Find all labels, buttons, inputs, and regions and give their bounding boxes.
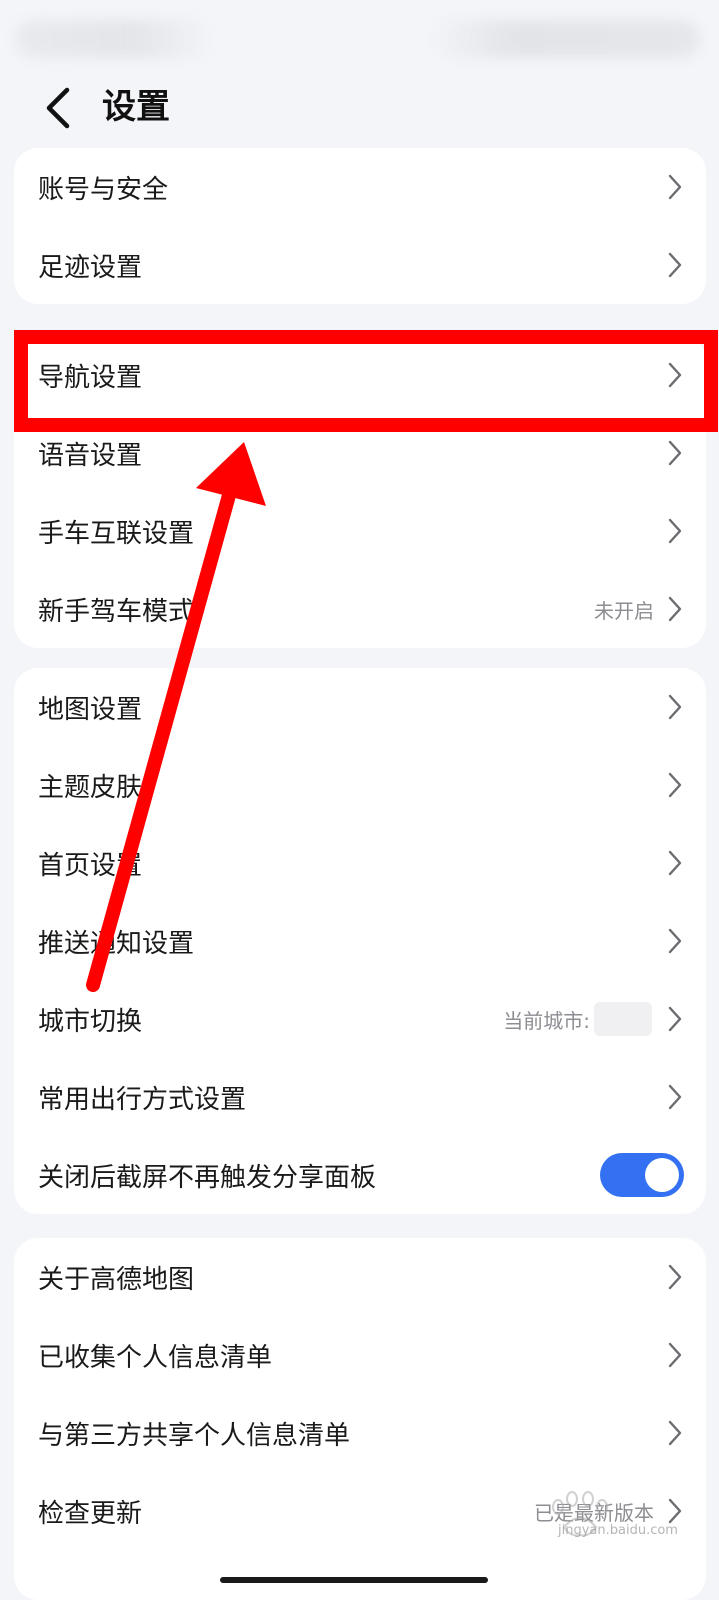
settings-item-label: 语音设置 xyxy=(38,440,143,471)
chevron-right-icon xyxy=(666,770,684,800)
settings-item-third-party-info-list[interactable]: 与第三方共享个人信息清单 xyxy=(14,1394,706,1472)
chevron-left-icon xyxy=(46,87,70,129)
settings-item-map[interactable]: 地图设置 xyxy=(14,668,706,746)
settings-item-label: 主题皮肤 xyxy=(38,772,143,803)
settings-item-label: 城市切换 xyxy=(38,1006,143,1037)
novice-mode-status: 未开启 xyxy=(594,598,654,623)
chevron-right-icon xyxy=(666,1418,684,1448)
settings-item-screenshot-share: 关闭后截屏不再触发分享面板 xyxy=(14,1136,706,1214)
settings-group-map: 地图设置 主题皮肤 首页设置 推送通知设置 城市切换 当前城市: 常用出行方式设… xyxy=(14,668,706,1214)
settings-item-car-phone-link[interactable]: 手车互联设置 xyxy=(14,492,706,570)
settings-item-collected-info-list[interactable]: 已收集个人信息清单 xyxy=(14,1316,706,1394)
settings-group-about: 关于高德地图 已收集个人信息清单 与第三方共享个人信息清单 检查更新 已是最新版… xyxy=(14,1238,706,1600)
current-city-label: 当前城市: xyxy=(503,1008,590,1033)
update-status: 已是最新版本 xyxy=(534,1500,654,1525)
settings-item-voice[interactable]: 语音设置 xyxy=(14,414,706,492)
status-bar xyxy=(0,0,719,70)
settings-item-navigation[interactable]: 导航设置 xyxy=(14,336,706,414)
chevron-right-icon xyxy=(666,1082,684,1112)
settings-item-city-switch[interactable]: 城市切换 当前城市: xyxy=(14,980,706,1058)
home-indicator[interactable] xyxy=(220,1577,488,1583)
chevron-right-icon xyxy=(666,360,684,390)
page-header: 设置 xyxy=(0,70,719,146)
screenshot-share-toggle[interactable] xyxy=(600,1153,684,1197)
back-button[interactable] xyxy=(30,80,86,136)
settings-item-check-update[interactable]: 检查更新 已是最新版本 xyxy=(14,1472,706,1550)
toggle-knob xyxy=(645,1158,679,1192)
settings-item-push-notification[interactable]: 推送通知设置 xyxy=(14,902,706,980)
settings-item-label: 已收集个人信息清单 xyxy=(38,1342,273,1373)
chevron-right-icon xyxy=(666,1496,684,1526)
settings-item-label: 地图设置 xyxy=(38,694,143,725)
settings-item-label: 常用出行方式设置 xyxy=(38,1084,247,1115)
settings-item-label: 关于高德地图 xyxy=(38,1264,195,1295)
chevron-right-icon xyxy=(666,594,684,624)
settings-item-label: 账号与安全 xyxy=(38,174,169,205)
settings-item-label: 首页设置 xyxy=(38,850,143,881)
settings-item-label: 导航设置 xyxy=(38,362,143,393)
settings-item-label: 手车互联设置 xyxy=(38,518,195,549)
settings-item-account-security[interactable]: 账号与安全 xyxy=(14,148,706,226)
chevron-right-icon xyxy=(666,516,684,546)
status-bar-blurred-left xyxy=(15,20,215,58)
chevron-right-icon xyxy=(666,1340,684,1370)
current-city-blurred xyxy=(594,1002,652,1036)
chevron-right-icon xyxy=(666,926,684,956)
chevron-right-icon xyxy=(666,1004,684,1034)
settings-item-about-amap[interactable]: 关于高德地图 xyxy=(14,1238,706,1316)
settings-item-travel-mode[interactable]: 常用出行方式设置 xyxy=(14,1058,706,1136)
settings-item-footprint[interactable]: 足迹设置 xyxy=(14,226,706,304)
chevron-right-icon xyxy=(666,438,684,468)
settings-item-label: 检查更新 xyxy=(38,1498,143,1529)
chevron-right-icon xyxy=(666,692,684,722)
settings-item-label: 推送通知设置 xyxy=(38,928,195,959)
chevron-right-icon xyxy=(666,172,684,202)
settings-group-navigation: 导航设置 语音设置 手车互联设置 新手驾车模式 未开启 xyxy=(14,336,706,648)
settings-item-label: 与第三方共享个人信息清单 xyxy=(38,1420,351,1451)
settings-item-home-page[interactable]: 首页设置 xyxy=(14,824,706,902)
settings-item-label: 关闭后截屏不再触发分享面板 xyxy=(38,1162,377,1193)
settings-item-label: 新手驾车模式 xyxy=(38,596,195,627)
settings-item-novice-mode[interactable]: 新手驾车模式 未开启 xyxy=(14,570,706,648)
settings-item-theme-skin[interactable]: 主题皮肤 xyxy=(14,746,706,824)
settings-group-account: 账号与安全 足迹设置 xyxy=(14,148,706,304)
chevron-right-icon xyxy=(666,250,684,280)
status-bar-blurred-right xyxy=(430,20,700,58)
page-title: 设置 xyxy=(102,87,170,127)
settings-item-label: 足迹设置 xyxy=(38,252,143,283)
chevron-right-icon xyxy=(666,1262,684,1292)
chevron-right-icon xyxy=(666,848,684,878)
